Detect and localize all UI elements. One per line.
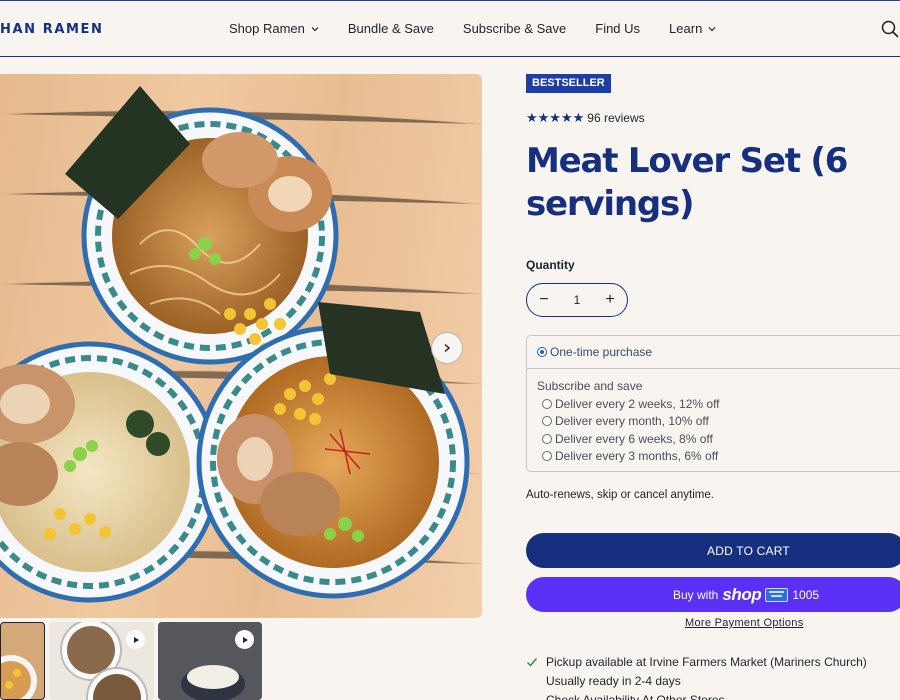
shop-pay-button[interactable]: Buy with shop 1005 — [526, 577, 900, 612]
bestseller-badge: BESTSELLER — [526, 74, 611, 93]
site-header: HAN RAMEN Shop Ramen Bundle & Save Subsc… — [0, 1, 900, 57]
more-payment-options-link[interactable]: More Payment Options — [685, 617, 804, 629]
radio-unselected[interactable] — [542, 416, 552, 427]
subscription-option[interactable]: Deliver every 3 months, 6% off — [542, 448, 720, 466]
quantity-label: Quantity — [526, 258, 575, 272]
shop-pay-prefix: Buy with — [673, 587, 719, 602]
check-availability-link[interactable]: Check Availability At Other Stores — [546, 694, 725, 700]
ramen-bowls-illustration — [0, 86, 482, 603]
subscription-option[interactable]: Deliver every 2 weeks, 12% off — [542, 395, 720, 413]
chevron-right-icon — [444, 343, 451, 353]
subscribe-title: Subscribe and save — [537, 379, 643, 393]
one-time-purchase-label: One-time purchase — [550, 345, 653, 359]
one-time-purchase-option[interactable]: One-time purchase — [527, 336, 900, 369]
subscription-option-label: Deliver every 2 weeks, 12% off — [555, 396, 720, 411]
subscription-option-label: Deliver every month, 10% off — [555, 414, 709, 429]
check-icon — [527, 658, 538, 667]
nav-item-bundle-save[interactable]: Bundle & Save — [348, 21, 434, 36]
play-icon[interactable] — [126, 630, 145, 649]
nav-item-subscribe-save[interactable]: Subscribe & Save — [463, 21, 566, 36]
radio-selected[interactable] — [537, 347, 547, 357]
subscription-options: Deliver every 2 weeks, 12% off Deliver e… — [542, 395, 720, 465]
chevron-down-icon — [311, 26, 319, 31]
gallery-thumbnail-video[interactable] — [158, 622, 262, 700]
subscription-option[interactable]: Deliver every 6 weeks, 8% off — [542, 430, 720, 448]
gallery-thumbnail[interactable] — [0, 622, 45, 700]
subscription-option[interactable]: Deliver every month, 10% off — [542, 413, 720, 431]
quantity-decrease-button[interactable]: − — [527, 291, 561, 309]
thumbnail-image — [1, 655, 37, 699]
quantity-stepper: − 1 + — [526, 283, 628, 317]
main-nav: Shop Ramen Bundle & Save Subscribe & Sav… — [229, 21, 745, 36]
rating-stars: ★★★★★ — [526, 110, 585, 125]
search-icon[interactable] — [881, 20, 899, 38]
credit-card-icon — [765, 587, 789, 602]
shop-logo: shop — [722, 584, 762, 604]
product-rating[interactable]: ★★★★★ 96 reviews — [526, 110, 645, 126]
pickup-location: Pickup available at Irvine Farmers Marke… — [546, 655, 867, 669]
pickup-info: Pickup available at Irvine Farmers Marke… — [526, 653, 867, 691]
gallery-thumbnail-video[interactable] — [49, 622, 154, 700]
renew-note: Auto-renews, skip or cancel anytime. — [526, 489, 714, 501]
radio-unselected[interactable] — [542, 433, 552, 444]
nav-item-label: Subscribe & Save — [462, 21, 567, 36]
product-title: Meat Lover Set (6 servings) — [526, 141, 848, 224]
pickup-readiness: Usually ready in 2-4 days — [546, 674, 681, 688]
subscription-option-label: Deliver every 6 weeks, 8% off — [555, 431, 713, 446]
quantity-increase-button[interactable]: + — [593, 291, 627, 309]
nav-item-learn[interactable]: Learn — [669, 21, 716, 36]
review-count: 96 reviews — [587, 111, 645, 125]
play-icon[interactable] — [235, 630, 254, 649]
nav-item-find-us[interactable]: Find Us — [595, 21, 640, 36]
nav-item-label: Shop Ramen — [229, 21, 305, 36]
subscription-option-label: Deliver every 3 months, 6% off — [555, 449, 719, 464]
radio-unselected[interactable] — [542, 398, 552, 409]
nav-item-label: Learn — [669, 21, 703, 36]
add-to-cart-button[interactable]: ADD TO CART — [526, 533, 900, 568]
radio-unselected[interactable] — [542, 451, 552, 462]
nav-item-shop-ramen[interactable]: Shop Ramen — [229, 21, 319, 36]
nav-item-label: Bundle & Save — [347, 21, 434, 36]
quantity-input[interactable]: 1 — [561, 293, 593, 307]
logo[interactable]: HAN RAMEN — [0, 22, 104, 37]
chevron-down-icon — [708, 26, 716, 31]
gallery-next-button[interactable] — [431, 332, 463, 364]
product-main-image[interactable] — [0, 74, 482, 618]
card-last4: 1005 — [792, 587, 820, 602]
nav-item-label: Find Us — [595, 21, 641, 36]
purchase-options: One-time purchase Subscribe and save Del… — [526, 335, 900, 472]
